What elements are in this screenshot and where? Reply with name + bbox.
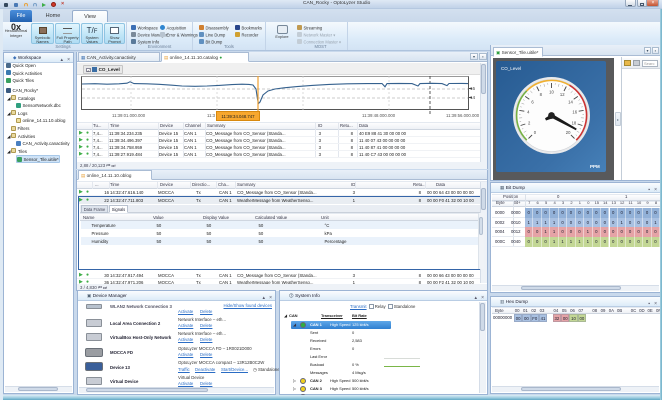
svg-text:10: 10 (549, 90, 554, 95)
svg-text:14: 14 (568, 99, 573, 104)
svg-text:16: 16 (572, 110, 577, 115)
svg-text:18: 18 (572, 120, 577, 125)
svg-text:12: 12 (560, 92, 565, 97)
svg-text:20: 20 (566, 130, 571, 135)
